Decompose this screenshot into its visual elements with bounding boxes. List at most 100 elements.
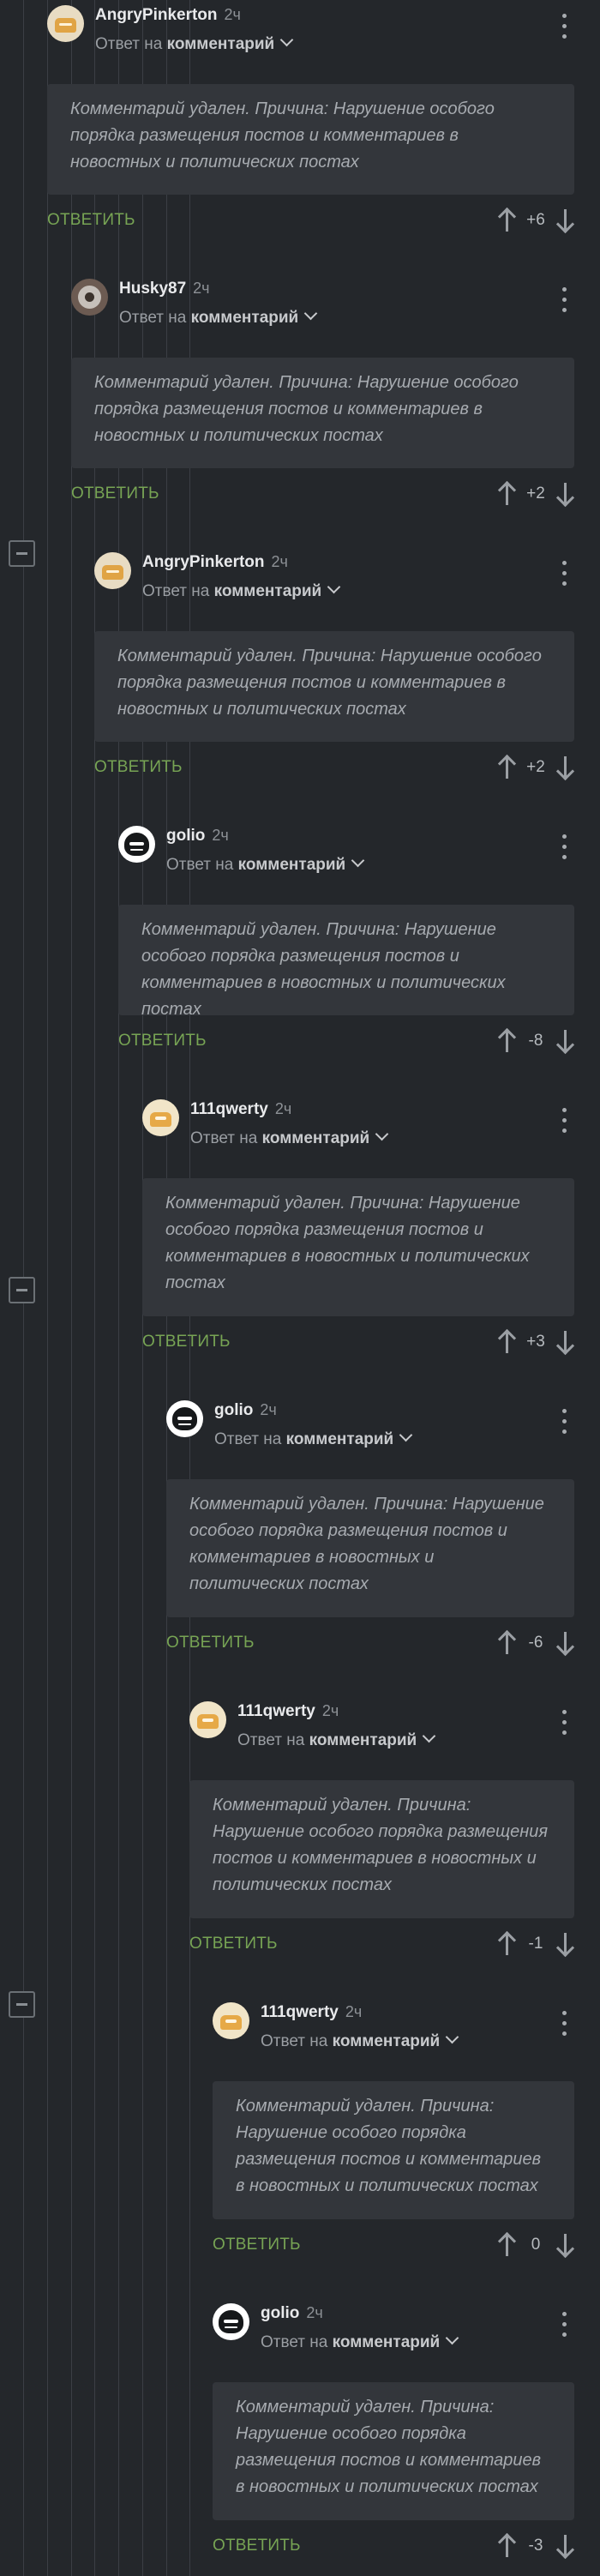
- more-options-icon[interactable]: [554, 2009, 574, 2038]
- arrow-down-icon[interactable]: [555, 2533, 574, 2559]
- arrow-down-icon[interactable]: [555, 1630, 574, 1656]
- comment: AngryPinkerton 2ч Ответ на комментарий Ко…: [47, 5, 574, 235]
- more-options-icon[interactable]: [554, 12, 574, 41]
- reply-button[interactable]: ОТВЕТИТЬ: [142, 1333, 231, 1351]
- comment-author[interactable]: AngryPinkerton: [95, 6, 218, 24]
- reply-to-link[interactable]: Ответ на комментарий: [261, 2331, 574, 2353]
- comment-actions: ОТВЕТИТЬ +2: [71, 479, 574, 509]
- reply-to-link[interactable]: Ответ на комментарий: [142, 580, 574, 602]
- comment-body: Комментарий удален. Причина: Нарушение о…: [142, 1178, 574, 1316]
- collapse-thread-button[interactable]: [9, 1991, 35, 2018]
- reply-prefix: Ответ на: [119, 309, 187, 327]
- comment-actions: ОТВЕТИТЬ -1: [189, 1929, 574, 1959]
- husky-avatar[interactable]: [71, 279, 108, 316]
- chevron-down-icon: [279, 33, 294, 47]
- more-options-icon[interactable]: [554, 559, 574, 588]
- comment-score: +2: [526, 758, 545, 776]
- comment: golio 2ч Ответ на комментарий Комментарий…: [213, 2303, 574, 2561]
- chevron-down-icon: [445, 2331, 459, 2345]
- reply-prefix: Ответ на: [214, 1430, 282, 1448]
- reply-target: комментарий: [190, 309, 299, 327]
- reply-to-link[interactable]: Ответ на комментарий: [119, 306, 574, 328]
- comment-time: 2ч: [193, 280, 210, 297]
- more-options-icon[interactable]: [554, 1708, 574, 1737]
- more-options-icon[interactable]: [554, 2310, 574, 2339]
- arrow-down-icon[interactable]: [555, 2232, 574, 2258]
- chevron-down-icon: [422, 1729, 436, 1743]
- vote-controls: -3: [497, 2531, 574, 2561]
- chevron-down-icon: [327, 580, 341, 594]
- comment-body: Комментарий удален. Причина: Нарушение о…: [213, 2081, 574, 2219]
- more-options-icon[interactable]: [554, 1106, 574, 1135]
- comment-header: golio 2ч Ответ на комментарий: [166, 1400, 574, 1450]
- comment-header: AngryPinkerton 2ч Ответ на комментарий: [94, 552, 574, 602]
- more-options-icon[interactable]: [554, 833, 574, 862]
- comment-time: 2ч: [212, 827, 229, 844]
- vote-controls: -6: [497, 1628, 574, 1658]
- reply-to-link[interactable]: Ответ на комментарий: [95, 33, 574, 55]
- arrow-up-icon[interactable]: [497, 755, 516, 780]
- golio-avatar[interactable]: [166, 1400, 203, 1437]
- reply-to-link[interactable]: Ответ на комментарий: [261, 2030, 574, 2052]
- qwerty-avatar[interactable]: [189, 1701, 226, 1738]
- collapse-thread-button[interactable]: [9, 540, 35, 567]
- qwerty-avatar[interactable]: [142, 1099, 179, 1136]
- arrow-down-icon[interactable]: [555, 1931, 574, 1957]
- reply-button[interactable]: ОТВЕТИТЬ: [166, 1634, 255, 1652]
- arrow-up-icon[interactable]: [497, 1329, 516, 1355]
- thread-line: [47, 0, 48, 2576]
- reply-button[interactable]: ОТВЕТИТЬ: [71, 485, 159, 503]
- reply-to-link[interactable]: Ответ на комментарий: [190, 1127, 574, 1149]
- reply-button[interactable]: ОТВЕТИТЬ: [94, 758, 183, 777]
- more-options-icon[interactable]: [554, 286, 574, 315]
- reply-button[interactable]: ОТВЕТИТЬ: [213, 2537, 301, 2555]
- arrow-up-icon[interactable]: [497, 2533, 516, 2559]
- qwerty-avatar[interactable]: [213, 2002, 249, 2039]
- arrow-down-icon[interactable]: [555, 1329, 574, 1355]
- comment-actions: ОТВЕТИТЬ -3: [213, 2531, 574, 2561]
- arrow-up-icon[interactable]: [497, 208, 516, 233]
- vote-controls: +6: [497, 206, 574, 235]
- comment-author[interactable]: golio: [261, 2304, 299, 2322]
- comment-author[interactable]: golio: [166, 827, 205, 845]
- vote-controls: +2: [497, 753, 574, 782]
- reply-to-link[interactable]: Ответ на комментарий: [166, 853, 574, 876]
- comment-author[interactable]: 111qwerty: [261, 2003, 339, 2021]
- reply-to-link[interactable]: Ответ на комментарий: [237, 1729, 574, 1751]
- arrow-up-icon[interactable]: [497, 1028, 516, 1054]
- collapse-thread-button[interactable]: [9, 1277, 35, 1303]
- comment-score: -6: [528, 1634, 543, 1652]
- reply-button[interactable]: ОТВЕТИТЬ: [189, 1935, 278, 1953]
- comment-author[interactable]: golio: [214, 1401, 253, 1419]
- comment-author[interactable]: 111qwerty: [190, 1100, 268, 1118]
- comment-author[interactable]: Husky87: [119, 280, 186, 298]
- arrow-up-icon[interactable]: [497, 2232, 516, 2258]
- arrow-down-icon[interactable]: [555, 755, 574, 780]
- reply-target: комментарий: [261, 1129, 370, 1147]
- comment: 111qwerty 2ч Ответ на комментарий Коммент…: [189, 1701, 574, 1959]
- reply-prefix: Ответ на: [142, 582, 210, 600]
- comment-actions: ОТВЕТИТЬ +6: [47, 206, 574, 235]
- golio-avatar[interactable]: [118, 826, 155, 863]
- angry-pinkerton-avatar[interactable]: [47, 5, 84, 42]
- more-options-icon[interactable]: [554, 1407, 574, 1436]
- comment-author[interactable]: 111qwerty: [237, 1702, 315, 1720]
- arrow-up-icon[interactable]: [497, 481, 516, 507]
- comment-author[interactable]: AngryPinkerton: [142, 553, 265, 571]
- arrow-down-icon[interactable]: [555, 208, 574, 233]
- comment: 111qwerty 2ч Ответ на комментарий Коммент…: [213, 2002, 574, 2260]
- reply-button[interactable]: ОТВЕТИТЬ: [213, 2236, 301, 2254]
- comment: Husky87 2ч Ответ на комментарий Комментар…: [71, 279, 574, 509]
- reply-to-link[interactable]: Ответ на комментарий: [214, 1428, 574, 1450]
- comment-score: 0: [531, 2236, 541, 2254]
- golio-avatar[interactable]: [213, 2303, 249, 2340]
- reply-button[interactable]: ОТВЕТИТЬ: [47, 211, 135, 230]
- arrow-down-icon[interactable]: [555, 1028, 574, 1054]
- arrow-down-icon[interactable]: [555, 481, 574, 507]
- arrow-up-icon[interactable]: [497, 1931, 516, 1957]
- angry-pinkerton-avatar[interactable]: [94, 552, 131, 589]
- arrow-up-icon[interactable]: [497, 1630, 516, 1656]
- reply-button[interactable]: ОТВЕТИТЬ: [118, 1032, 207, 1050]
- reply-target: комментарий: [213, 582, 322, 600]
- comment: 111qwerty 2ч Ответ на комментарий Коммент…: [142, 1099, 574, 1357]
